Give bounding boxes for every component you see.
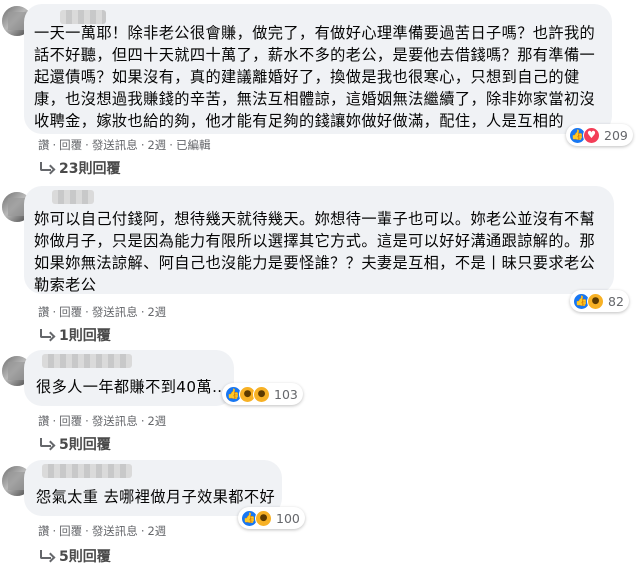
reply-button[interactable]: 回覆	[59, 524, 82, 538]
reply-button[interactable]: 回覆	[59, 138, 82, 152]
reply-arrow-icon	[38, 438, 54, 450]
reply-arrow-icon	[38, 162, 54, 174]
reply-arrow-icon	[38, 550, 54, 562]
author-name[interactable]	[42, 354, 132, 368]
like-button[interactable]: 讚	[38, 305, 50, 319]
comment-bubble: 妳可以自己付錢阿，想待幾天就待幾天。妳想待一輩子也可以。妳老公並沒有不幫妳做月子…	[24, 186, 614, 294]
reply-button[interactable]: 回覆	[59, 414, 82, 428]
view-replies-button[interactable]: 5則回覆	[38, 546, 111, 566]
like-button[interactable]: 讚	[38, 138, 50, 152]
love-icon: ♥	[583, 126, 600, 144]
reply-arrow-icon	[38, 329, 54, 341]
haha-icon: ●	[587, 292, 604, 310]
comment-bubble: 一天一萬耶！除非老公很會賺，做完了，有做好心理準備要過苦日子嗎？也許我的話不好聽…	[24, 4, 612, 134]
like-button[interactable]: 讚	[38, 414, 50, 428]
reaction-count: 82	[608, 293, 624, 309]
comment-text: 很多人一年都賺不到40萬…	[36, 378, 228, 396]
comment-text: 妳可以自己付錢阿，想待幾天就待幾天。妳想待一輩子也可以。妳老公並沒有不幫妳做月子…	[34, 210, 596, 294]
timestamp[interactable]: 2週	[147, 305, 166, 319]
comment-text: 一天一萬耶！除非老公很會賺，做完了，有做好心理準備要過苦日子嗎？也許我的話不好聽…	[34, 24, 596, 130]
reaction-summary[interactable]: 👍 ● 100	[238, 507, 305, 529]
view-replies-button[interactable]: 23則回覆	[38, 158, 120, 178]
author-name[interactable]	[52, 190, 94, 204]
comment-actions: 讚 · 回覆 · 發送訊息 · 2週	[38, 524, 167, 538]
reaction-count: 209	[604, 127, 628, 143]
timestamp[interactable]: 2週	[147, 524, 166, 538]
haha-icon: ●	[255, 509, 272, 527]
reaction-summary[interactable]: 👍 ● 82	[570, 290, 629, 312]
like-button[interactable]: 讚	[38, 524, 50, 538]
reaction-count: 103	[274, 386, 298, 402]
comment-actions: 讚 · 回覆 · 發送訊息 · 2週 · 已編輯	[38, 138, 211, 152]
edited-label: 已編輯	[175, 138, 211, 152]
comment-actions: 讚 · 回覆 · 發送訊息 · 2週	[38, 414, 167, 428]
comment-text: 怨氣太重 去哪裡做月子效果都不好	[36, 488, 276, 506]
view-replies-button[interactable]: 5則回覆	[38, 434, 111, 454]
comment-actions: 讚 · 回覆 · 發送訊息 · 2週	[38, 305, 167, 319]
sad-icon: ●	[253, 385, 270, 403]
timestamp[interactable]: 2週	[147, 138, 166, 152]
reaction-count: 100	[276, 510, 300, 526]
author-name[interactable]	[42, 464, 132, 478]
reaction-summary[interactable]: 👍 ● ● 103	[222, 383, 303, 405]
comment-bubble: 很多人一年都賺不到40萬…	[24, 350, 234, 406]
send-message-button[interactable]: 發送訊息	[92, 524, 138, 538]
reply-button[interactable]: 回覆	[59, 305, 82, 319]
send-message-button[interactable]: 發送訊息	[92, 138, 138, 152]
send-message-button[interactable]: 發送訊息	[92, 305, 138, 319]
reaction-summary[interactable]: 👍 ♥ 209	[566, 124, 633, 146]
timestamp[interactable]: 2週	[147, 414, 166, 428]
send-message-button[interactable]: 發送訊息	[92, 414, 138, 428]
view-replies-button[interactable]: 1則回覆	[38, 325, 111, 345]
